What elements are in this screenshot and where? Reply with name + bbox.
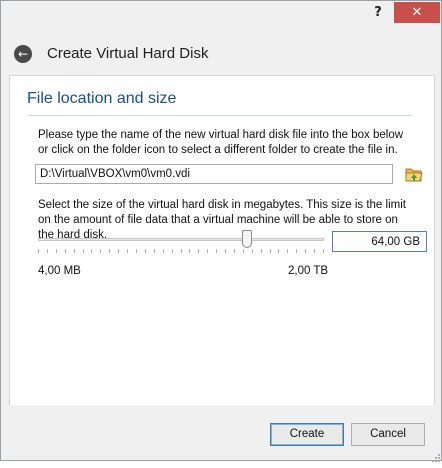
slider-tick xyxy=(278,249,279,253)
slider-tick xyxy=(65,249,66,253)
slider-tick xyxy=(145,249,146,253)
slider-tick xyxy=(261,249,262,253)
slider-tick xyxy=(56,249,57,253)
slider-tick xyxy=(38,249,39,253)
slider-tick xyxy=(252,249,253,253)
slider-tick xyxy=(323,249,324,253)
slider-tick xyxy=(234,249,235,253)
title-bar[interactable]: ? ✕ xyxy=(1,1,441,31)
slider-tick xyxy=(100,249,101,253)
close-button[interactable]: ✕ xyxy=(394,2,440,23)
back-arrow-icon[interactable]: ← xyxy=(14,45,32,63)
title-divider xyxy=(27,115,413,116)
create-button[interactable]: Create xyxy=(270,423,344,446)
slider-ticks xyxy=(38,249,324,255)
slider-tick xyxy=(216,249,217,253)
slider-tick xyxy=(296,249,297,253)
slider-tick xyxy=(154,249,155,253)
help-button[interactable]: ? xyxy=(363,2,393,23)
slider-tick xyxy=(172,249,173,253)
slider-tick xyxy=(181,249,182,253)
slider-tick xyxy=(127,249,128,253)
slider-tick xyxy=(83,249,84,253)
resize-grip-icon[interactable] xyxy=(431,450,441,462)
slider-tick xyxy=(118,249,119,253)
page-title: File location and size xyxy=(27,90,177,107)
slider-tick xyxy=(47,249,48,253)
disk-size-slider-thumb[interactable] xyxy=(242,230,252,248)
cancel-button[interactable]: Cancel xyxy=(351,423,425,446)
slider-tick xyxy=(136,249,137,253)
size-max-label: 2,00 TB xyxy=(288,265,329,277)
slider-tick xyxy=(74,249,75,253)
slider-tick xyxy=(287,249,288,253)
dialog-title: Create Virtual Hard Disk xyxy=(47,45,209,62)
wizard-header: ← Create Virtual Hard Disk xyxy=(1,31,441,75)
file-location-description: Please type the name of the new virtual … xyxy=(38,129,404,156)
disk-size-input[interactable] xyxy=(332,231,427,252)
disk-size-slider-track[interactable] xyxy=(38,238,324,241)
folder-open-icon[interactable] xyxy=(405,165,423,183)
slider-tick xyxy=(270,249,271,253)
slider-tick xyxy=(189,249,190,253)
dialog-window: ? ✕ ← Create Virtual Hard Disk File loca… xyxy=(0,0,442,462)
file-path-input[interactable] xyxy=(35,164,393,184)
slider-tick xyxy=(243,249,244,253)
slider-tick xyxy=(225,249,226,253)
slider-tick xyxy=(91,249,92,253)
slider-tick xyxy=(109,249,110,253)
size-min-label: 4,00 MB xyxy=(38,265,81,277)
slider-tick xyxy=(305,249,306,253)
slider-tick xyxy=(207,249,208,253)
slider-tick xyxy=(198,249,199,253)
slider-tick xyxy=(163,249,164,253)
slider-tick xyxy=(314,249,315,253)
